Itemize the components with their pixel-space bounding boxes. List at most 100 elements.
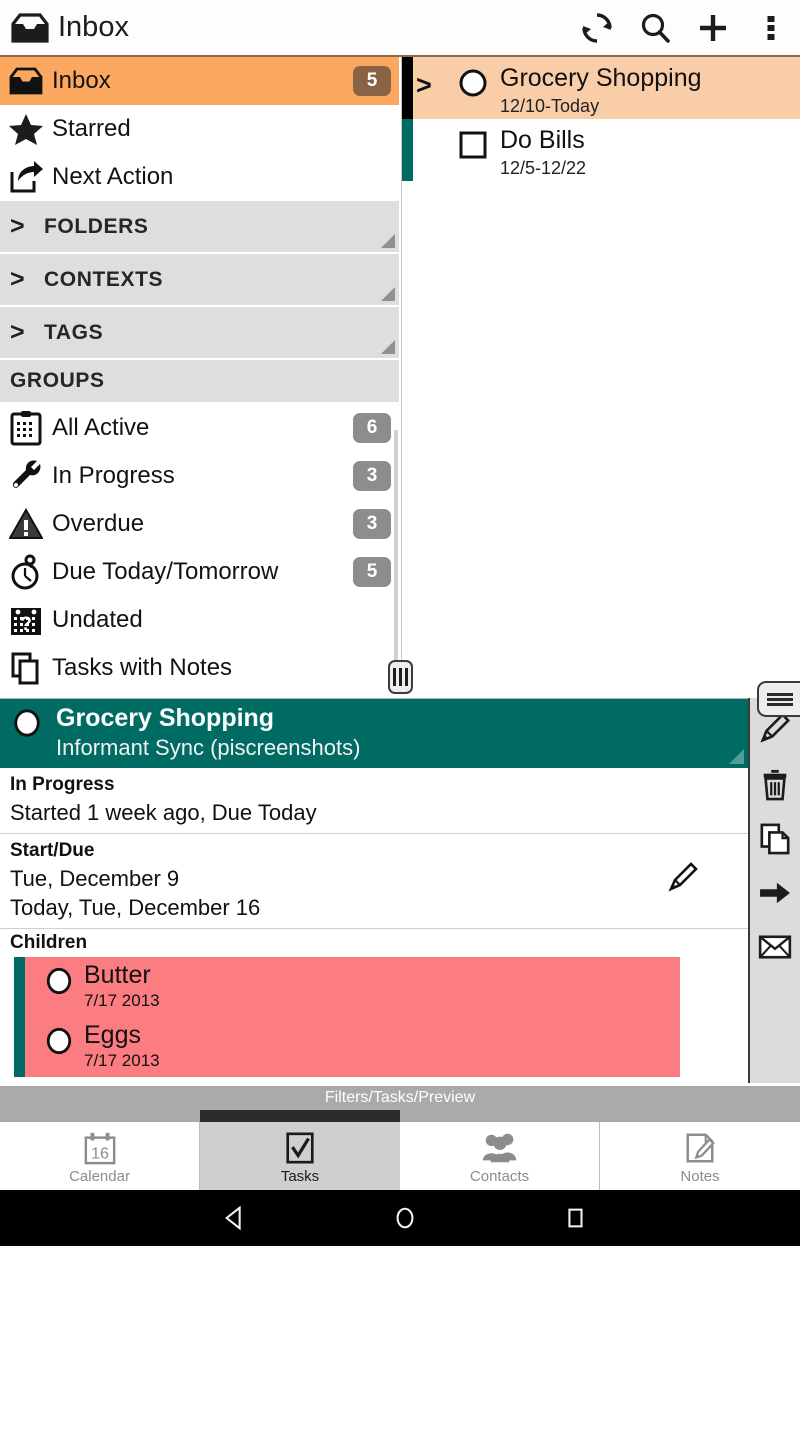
sidebar-item-due-today-tomorrow[interactable]: Due Today/Tomorrow 5 — [0, 548, 399, 596]
sidebar-section-tags[interactable]: > TAGS — [0, 307, 399, 360]
sidebar-badge: 3 — [353, 509, 391, 539]
mail-icon[interactable] — [750, 920, 800, 974]
sidebar-badge: 3 — [353, 461, 391, 491]
task-circle-checkbox[interactable] — [452, 63, 494, 98]
resize-corner-icon[interactable] — [381, 287, 395, 301]
svg-text:?: ? — [20, 614, 32, 635]
sidebar-item-label: Overdue — [52, 510, 145, 537]
resize-corner-icon[interactable] — [729, 749, 744, 764]
menu-line — [767, 697, 793, 701]
sidebar-badge: 6 — [353, 413, 391, 443]
expand-chevron-icon[interactable]: > — [416, 63, 452, 107]
chevron-right-icon: > — [10, 318, 25, 346]
task-title: Grocery Shopping — [500, 64, 702, 92]
layout-status-strip: Filters/Tasks/Preview — [0, 1086, 800, 1110]
notes-pages-icon — [6, 649, 46, 687]
child-task-row-eggs[interactable]: Eggs 7/17 2013 — [14, 1017, 680, 1077]
layout-status-text: Filters/Tasks/Preview — [324, 1089, 476, 1106]
resize-corner-icon[interactable] — [381, 340, 395, 354]
child-task-row-butter[interactable]: Butter 7/17 2013 — [14, 957, 680, 1017]
sidebar-item-starred[interactable]: Starred — [0, 105, 399, 153]
sidebar-item-tasks-with-notes[interactable]: Tasks with Notes — [0, 644, 399, 692]
preview-header[interactable]: Grocery Shopping Informant Sync (piscree… — [0, 699, 748, 768]
resize-corner-icon[interactable] — [381, 234, 395, 248]
tab-label: Tasks — [280, 1168, 320, 1185]
preview-status-line: Started 1 week ago, Due Today — [10, 800, 317, 825]
sidebar-item-next-action[interactable]: Next Action — [0, 153, 399, 201]
delete-icon[interactable] — [750, 758, 800, 812]
task-circle-checkbox[interactable] — [36, 1021, 82, 1056]
sidebar-item-in-progress[interactable]: In Progress 3 — [0, 452, 399, 500]
task-list-row-do-bills[interactable]: Do Bills 12/5-12/22 — [402, 119, 800, 181]
sidebar-item-all-active[interactable]: All Active 6 — [0, 404, 399, 452]
sidebar-scrollbar[interactable] — [394, 430, 398, 660]
inbox-icon — [6, 62, 46, 100]
hamburger-menu-icon[interactable] — [757, 681, 800, 717]
star-icon — [6, 110, 46, 148]
preview-action-toolbar — [748, 698, 800, 1083]
stopwatch-icon — [6, 553, 46, 591]
sync-icon[interactable] — [568, 3, 626, 53]
copy-icon[interactable] — [750, 812, 800, 866]
sidebar-section-groups: GROUPS — [0, 360, 399, 404]
preview-status-heading: In Progress — [10, 774, 115, 795]
task-square-checkbox[interactable] — [452, 125, 494, 160]
sidebar-section-label: TAGS — [44, 320, 104, 344]
child-task-title: Eggs — [84, 1021, 141, 1049]
android-back-button[interactable] — [185, 1205, 285, 1231]
grip-line — [399, 668, 402, 686]
sidebar-item-label: Next Action — [52, 163, 174, 190]
preview-panel: Grocery Shopping Informant Sync (piscree… — [0, 698, 748, 1083]
preview-subtitle: Informant Sync (piscreenshots) — [56, 735, 361, 760]
notes-icon — [683, 1127, 717, 1165]
next-action-icon — [6, 158, 46, 196]
sidebar-item-undated[interactable]: ? Undated — [0, 596, 399, 644]
search-icon[interactable] — [626, 3, 684, 53]
sidebar: Inbox 5 Starred Next Action > FOLDERS > … — [0, 57, 399, 692]
android-recents-button[interactable] — [525, 1205, 625, 1231]
grip-line — [393, 668, 396, 686]
page-title: Inbox — [58, 11, 129, 43]
menu-line — [767, 692, 793, 696]
task-date: 12/5-12/22 — [500, 158, 587, 178]
move-icon[interactable] — [750, 866, 800, 920]
task-circle-checkbox[interactable] — [0, 703, 54, 739]
overflow-menu-icon[interactable] — [742, 3, 800, 53]
tab-tasks[interactable]: Tasks — [200, 1122, 400, 1190]
sidebar-section-contexts[interactable]: > CONTEXTS — [0, 254, 399, 307]
contacts-icon — [481, 1127, 519, 1165]
sidebar-item-label: All Active — [52, 414, 150, 441]
sidebar-badge: 5 — [353, 66, 391, 96]
preview-title: Grocery Shopping — [56, 704, 275, 732]
task-list-row-grocery-shopping[interactable]: > Grocery Shopping 12/10-Today — [402, 57, 800, 119]
row-color-bar — [402, 57, 413, 119]
tab-notes[interactable]: Notes — [600, 1122, 800, 1190]
add-icon[interactable] — [684, 3, 742, 53]
sidebar-section-folders[interactable]: > FOLDERS — [0, 201, 399, 254]
sidebar-item-label: Inbox — [52, 67, 111, 94]
task-list: > Grocery Shopping 12/10-Today Do Bills — [401, 57, 800, 692]
android-navigation-bar — [0, 1190, 800, 1246]
active-tab-indicator — [200, 1110, 400, 1122]
tab-calendar[interactable]: 16 Calendar — [0, 1122, 200, 1190]
tab-contacts[interactable]: Contacts — [400, 1122, 600, 1190]
tab-indicator-strip — [0, 1110, 800, 1122]
pencil-icon[interactable] — [666, 860, 700, 899]
preview-startdue-section: Start/Due Tue, December 9 Today, Tue, De… — [0, 834, 748, 929]
app-bar: Inbox — [0, 0, 800, 57]
sidebar-item-overdue[interactable]: Overdue 3 — [0, 500, 399, 548]
sidebar-item-label: Undated — [52, 606, 143, 633]
grip-line — [405, 668, 408, 686]
warning-icon — [6, 505, 46, 543]
task-text: Do Bills 12/5-12/22 — [500, 125, 586, 180]
task-circle-checkbox[interactable] — [36, 961, 82, 996]
row-color-bar — [402, 119, 413, 181]
undated-calendar-icon: ? — [6, 601, 46, 639]
sidebar-item-inbox[interactable]: Inbox 5 — [0, 57, 399, 105]
chevron-right-icon: > — [10, 212, 25, 240]
android-home-button[interactable] — [355, 1205, 455, 1231]
task-text: Grocery Shopping 12/10-Today — [500, 63, 702, 118]
child-task-text: Eggs 7/17 2013 — [84, 1021, 160, 1072]
sidebar-item-label: Due Today/Tomorrow — [52, 558, 279, 585]
panel-splitter-handle[interactable] — [388, 660, 413, 694]
